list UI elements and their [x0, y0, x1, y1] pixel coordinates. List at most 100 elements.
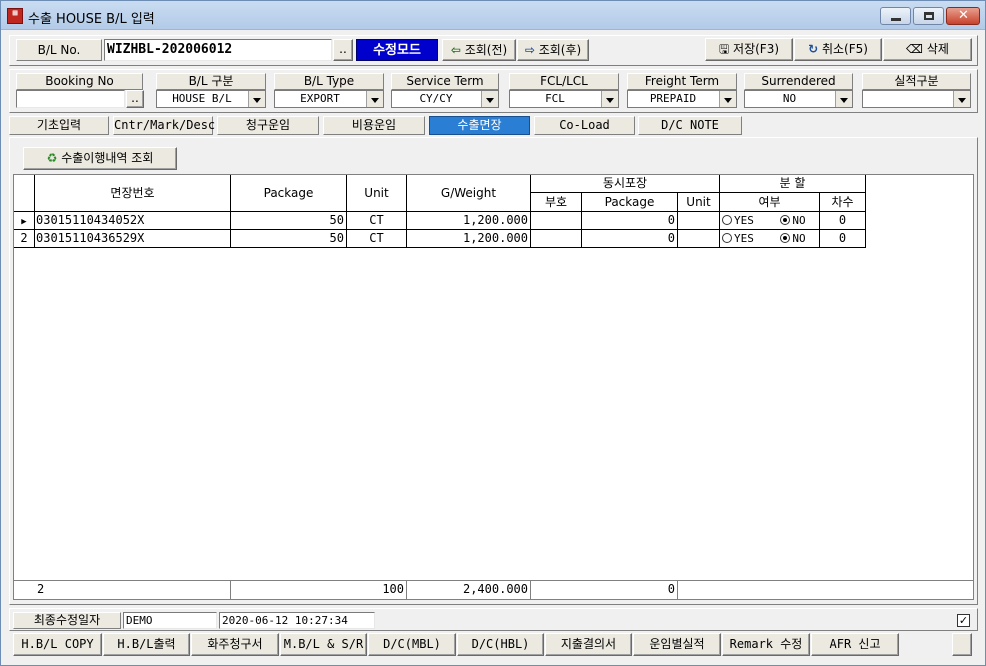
app-icon: ▦: [7, 8, 23, 24]
col-seq: 차수: [820, 193, 866, 212]
bottom-button-9[interactable]: AFR 신고: [811, 633, 899, 656]
bottom-button-4[interactable]: D/C(MBL): [368, 633, 456, 656]
floppy-icon: 🖫: [718, 42, 730, 56]
radio-yes-label: YES: [734, 232, 754, 245]
bl-no-input[interactable]: WIZHBL-202006012: [104, 39, 332, 61]
filter-select-4[interactable]: FCL: [509, 90, 619, 108]
booking-no-input[interactable]: [16, 90, 125, 108]
bl-no-label: B/L No.: [16, 39, 102, 61]
bottom-button-0[interactable]: H.B/L COPY: [13, 633, 102, 656]
cell-license-no: 03015110434052X: [35, 212, 231, 230]
next-query-label: 조회(후): [538, 43, 582, 57]
arrow-left-icon: ⇦: [450, 43, 461, 57]
filter-select-6[interactable]: NO: [744, 90, 853, 108]
filter-select-7[interactable]: [862, 90, 971, 108]
cell-spkg: 0: [582, 230, 678, 248]
filter-value-4: FCL: [545, 92, 565, 105]
row-header[interactable]: 2: [14, 230, 35, 248]
col-gweight: G/Weight: [407, 175, 531, 212]
undo-icon: ↻: [808, 42, 819, 56]
filter-select-2[interactable]: EXPORT: [274, 90, 384, 108]
save-button[interactable]: 🖫 저장(F3): [705, 38, 793, 61]
bottom-button-8[interactable]: Remark 수정: [722, 633, 810, 656]
radio-yes[interactable]: YES: [722, 232, 754, 245]
cell-unit: CT: [347, 230, 407, 248]
modified-datetime: 2020-06-12 10:27:34: [219, 612, 375, 629]
filter-value-6: NO: [782, 92, 797, 105]
cell-sunit: [678, 230, 720, 248]
prev-query-button[interactable]: ⇦ 조회(전): [442, 39, 516, 61]
tab-2[interactable]: 청구운임: [217, 116, 319, 135]
delete-button[interactable]: ⌫ 삭제: [883, 38, 972, 61]
radio-no-label: NO: [792, 214, 806, 227]
radio-yes[interactable]: YES: [722, 214, 754, 227]
tab-4[interactable]: 수출면장: [429, 116, 530, 135]
filter-label-6: Surrendered: [744, 73, 853, 90]
bottom-button-3[interactable]: M.B/L & S/R: [280, 633, 367, 656]
chevron-down-icon: [248, 91, 265, 107]
radio-no[interactable]: NO: [780, 232, 806, 245]
col-license-no: 면장번호: [35, 175, 231, 212]
tab-0[interactable]: 기초입력: [9, 116, 109, 135]
eraser-icon: ⌫: [906, 42, 924, 56]
grid-corner: [14, 175, 35, 212]
bottom-button-1[interactable]: H.B/L출력: [103, 633, 190, 656]
filter-value-2: EXPORT: [300, 92, 340, 105]
filter-label-4: FCL/LCL: [509, 73, 619, 90]
row-header[interactable]: ▶: [14, 212, 35, 230]
maximize-button[interactable]: [913, 7, 944, 25]
export-history-label: 수출이행내역 조회: [61, 151, 154, 165]
filter-select-1[interactable]: HOUSE B/L: [156, 90, 266, 108]
bottom-button-5[interactable]: D/C(HBL): [457, 633, 544, 656]
tab-3[interactable]: 비용운임: [323, 116, 425, 135]
radio-no-label: NO: [792, 232, 806, 245]
cell-license-no: 03015110436529X: [35, 230, 231, 248]
arrow-right-icon: ⇨: [524, 43, 535, 57]
tab-6[interactable]: D/C NOTE: [638, 116, 742, 135]
col-sym: 부호: [531, 193, 582, 212]
save-label: 저장(F3): [733, 42, 780, 56]
tab-1[interactable]: Cntr/Mark/Desc: [113, 116, 215, 135]
row-pointer-icon: ▶: [21, 217, 27, 227]
filter-label-2: B/L Type: [274, 73, 384, 90]
close-button[interactable]: ✕: [946, 7, 980, 25]
bottom-button-7[interactable]: 운임별실적: [633, 633, 721, 656]
bottom-button-6[interactable]: 지출결의서: [545, 633, 632, 656]
filter-select-3[interactable]: CY/CY: [391, 90, 499, 108]
minimize-button[interactable]: [880, 7, 911, 25]
filter-label-5: Freight Term: [627, 73, 737, 90]
cell-spkg: 0: [582, 212, 678, 230]
booking-search-button[interactable]: ..: [126, 90, 144, 108]
col-simul: 동시포장: [531, 175, 720, 193]
cell-package: 50: [231, 212, 347, 230]
bl-search-button[interactable]: ..: [333, 39, 353, 61]
filter-select-5[interactable]: PREPAID: [627, 90, 737, 108]
chevron-down-icon: [601, 91, 618, 107]
status-checkbox[interactable]: ✓: [957, 614, 970, 627]
tab-5[interactable]: Co-Load: [534, 116, 635, 135]
refresh-icon: ♻: [46, 151, 58, 165]
footer-rest: [678, 581, 973, 599]
next-query-button[interactable]: ⇨ 조회(후): [517, 39, 589, 61]
modified-user: DEMO: [123, 612, 217, 629]
row-number: 2: [20, 231, 28, 245]
filter-label-0: Booking No: [16, 73, 143, 90]
filter-label-3: Service Term: [391, 73, 499, 90]
export-history-button[interactable]: ♻ 수출이행내역 조회: [23, 147, 177, 170]
footer-package: 100: [231, 581, 407, 599]
col-split: 분 할: [720, 175, 866, 193]
delete-label: 삭제: [926, 42, 949, 56]
chevron-down-icon: [953, 91, 970, 107]
window-title: 수출 HOUSE B/L 입력: [28, 12, 155, 27]
col-spkg: Package: [582, 193, 678, 212]
close-icon: ✕: [958, 8, 969, 23]
radio-no[interactable]: NO: [780, 214, 806, 227]
extra-button[interactable]: [952, 633, 972, 656]
cell-package: 50: [231, 230, 347, 248]
filter-value-1: HOUSE B/L: [172, 92, 232, 105]
filter-label-7: 실적구분: [862, 73, 971, 90]
bottom-button-2[interactable]: 화주청구서: [191, 633, 279, 656]
cancel-button[interactable]: ↻ 취소(F5): [794, 38, 882, 61]
cell-seq: 0: [820, 230, 866, 248]
cell-sym: [531, 212, 582, 230]
